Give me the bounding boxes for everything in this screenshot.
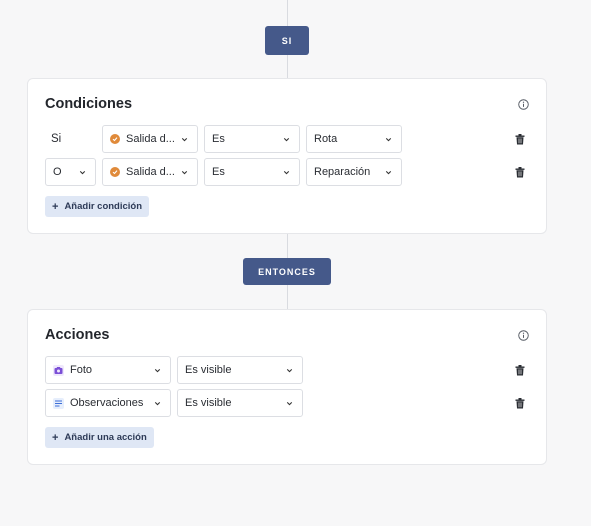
chevron-down-icon: [181, 170, 188, 174]
plus-icon: +: [52, 431, 59, 444]
action-row: Observaciones Es visible: [45, 389, 531, 417]
add-condition-button[interactable]: + Añadir condición: [45, 196, 150, 217]
chevron-down-icon: [286, 401, 293, 405]
add-action-label: Añadir una acción: [64, 432, 147, 443]
condition-operator-value: Es: [212, 133, 225, 145]
actions-title: Acciones: [45, 327, 110, 343]
flow-connector-top: [287, 0, 288, 26]
chevron-down-icon: [385, 170, 392, 174]
condition-operator-select[interactable]: Es: [204, 158, 300, 186]
condition-field-select[interactable]: Salida d...: [102, 158, 198, 186]
chevron-down-icon: [283, 170, 290, 174]
then-block-button[interactable]: ENTONCES: [243, 258, 331, 285]
trash-icon[interactable]: [515, 365, 525, 376]
condition-field-select[interactable]: Salida d...: [102, 125, 198, 153]
condition-value-select[interactable]: Reparación: [306, 158, 402, 186]
condition-row: Si Salida d... Es Rota: [45, 125, 531, 153]
condition-field-value: Salida d...: [126, 133, 175, 145]
flow-connector-3: [287, 285, 288, 309]
action-field-select[interactable]: Observaciones: [45, 389, 171, 417]
status-check-icon: [110, 134, 120, 144]
condition-field-value: Salida d...: [126, 166, 175, 178]
action-state-select[interactable]: Es visible: [177, 356, 303, 384]
photo-icon: [53, 364, 64, 376]
trash-icon[interactable]: [515, 167, 525, 178]
action-field-value: Foto: [70, 364, 93, 376]
chevron-down-icon: [154, 401, 161, 405]
chevron-down-icon: [79, 170, 86, 174]
flow-connector-1: [287, 55, 288, 78]
condition-operator-value: Es: [212, 166, 225, 178]
chevron-down-icon: [283, 137, 290, 141]
info-icon[interactable]: [518, 330, 529, 341]
info-icon[interactable]: [518, 99, 529, 110]
action-field-value: Observaciones: [70, 397, 144, 409]
flow-connector-2: [287, 234, 288, 258]
add-condition-label: Añadir condición: [64, 201, 143, 212]
condition-connector-value: O: [53, 166, 62, 178]
conditions-card: Condiciones Si Salida d... Es Rota O Sal…: [27, 78, 547, 234]
action-state-value: Es visible: [185, 397, 232, 409]
condition-connector-select[interactable]: O: [45, 158, 96, 186]
if-block-button[interactable]: SI: [265, 26, 309, 55]
condition-connector-label: Si: [51, 133, 62, 145]
action-field-select[interactable]: Foto: [45, 356, 171, 384]
status-check-icon: [110, 167, 120, 177]
action-row: Foto Es visible: [45, 356, 531, 384]
actions-card: Acciones Foto Es visible Observaciones E…: [27, 309, 547, 465]
condition-row: O Salida d... Es Reparación: [45, 158, 531, 186]
condition-value-select[interactable]: Rota: [306, 125, 402, 153]
text-lines-icon: [53, 397, 64, 409]
condition-value-text: Rota: [314, 133, 338, 145]
action-state-value: Es visible: [185, 364, 232, 376]
trash-icon[interactable]: [515, 134, 525, 145]
trash-icon[interactable]: [515, 398, 525, 409]
condition-value-text: Reparación: [314, 166, 371, 178]
chevron-down-icon: [286, 368, 293, 372]
add-action-button[interactable]: + Añadir una acción: [45, 427, 154, 448]
condition-operator-select[interactable]: Es: [204, 125, 300, 153]
chevron-down-icon: [181, 137, 188, 141]
chevron-down-icon: [154, 368, 161, 372]
plus-icon: +: [52, 200, 59, 213]
chevron-down-icon: [385, 137, 392, 141]
conditions-title: Condiciones: [45, 96, 133, 112]
action-state-select[interactable]: Es visible: [177, 389, 303, 417]
